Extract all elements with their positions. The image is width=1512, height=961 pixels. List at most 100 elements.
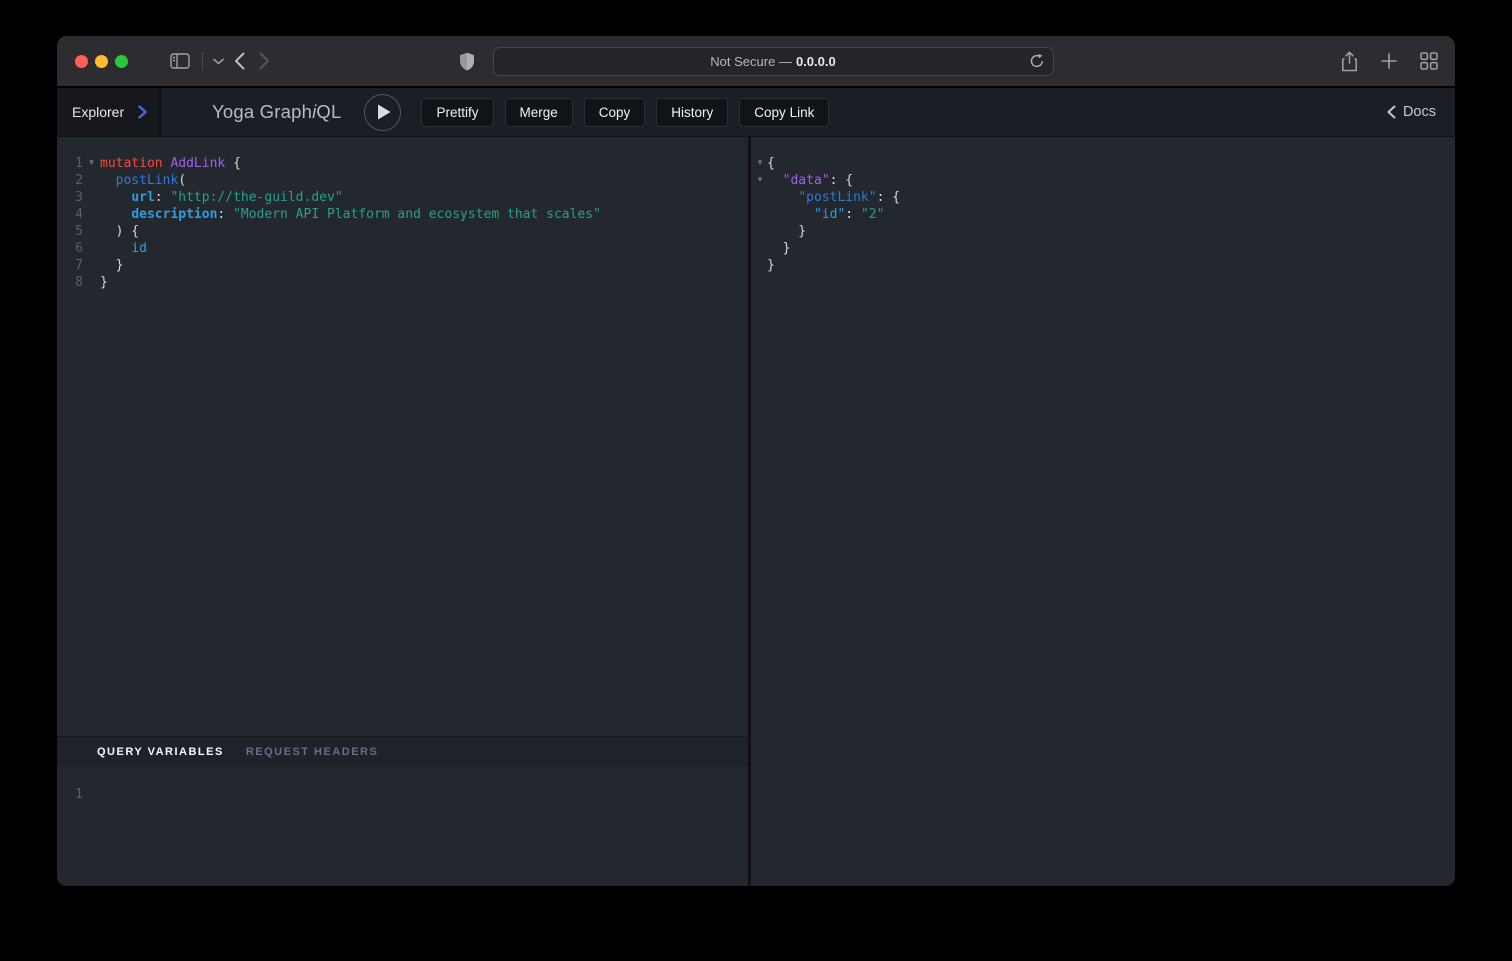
chevron-left-icon: [1387, 105, 1396, 119]
bottom-tabs: QUERY VARIABLES REQUEST HEADERS: [57, 736, 748, 766]
explorer-label: Explorer: [72, 104, 124, 120]
line-number: 8: [57, 274, 83, 291]
copy-button[interactable]: Copy: [584, 98, 646, 127]
code-line: 6 id: [57, 240, 748, 257]
code-text: id: [100, 240, 147, 257]
explorer-toggle[interactable]: Explorer: [57, 88, 161, 136]
response-viewer[interactable]: ▾{▾ "data": { "postLink": { "id": "2" } …: [751, 137, 1455, 886]
chevron-right-icon: [138, 105, 147, 119]
code-line: 2 postLink(: [57, 172, 748, 189]
minimize-button[interactable]: [95, 55, 108, 68]
line-number: 4: [57, 206, 83, 223]
copy-link-button[interactable]: Copy Link: [739, 98, 829, 127]
code-line: ▾ "data": {: [753, 172, 1455, 189]
code-line: ▾{: [753, 155, 1455, 172]
history-button[interactable]: History: [656, 98, 728, 127]
tab-overview-icon[interactable]: [1420, 52, 1438, 70]
code-line: 1: [57, 786, 748, 803]
query-pane: 1▾mutation AddLink {2 postLink(3 url: "h…: [57, 137, 748, 886]
tab-request-headers[interactable]: REQUEST HEADERS: [246, 746, 379, 758]
fold-arrow-icon[interactable]: ▾: [753, 172, 767, 189]
code-line: 8}: [57, 274, 748, 291]
code-text: {: [767, 155, 775, 172]
tab-query-variables[interactable]: QUERY VARIABLES: [97, 746, 224, 758]
code-text: mutation AddLink {: [100, 155, 241, 172]
query-editor[interactable]: 1▾mutation AddLink {2 postLink(3 url: "h…: [57, 137, 748, 736]
code-line: "id": "2": [753, 206, 1455, 223]
traffic-lights: [75, 55, 128, 68]
titlebar-left-controls: [74, 52, 459, 70]
close-button[interactable]: [75, 55, 88, 68]
code-line: 1▾mutation AddLink {: [57, 155, 748, 172]
code-line: "postLink": {: [753, 189, 1455, 206]
code-line: 5 ) {: [57, 223, 748, 240]
share-icon[interactable]: [1341, 51, 1358, 72]
line-number: 6: [57, 240, 83, 257]
code-text: }: [767, 223, 806, 240]
code-line: }: [753, 257, 1455, 274]
url-security-label: Not Secure —: [710, 54, 792, 69]
code-text: }: [100, 257, 123, 274]
code-text: postLink(: [100, 172, 186, 189]
line-number: 7: [57, 257, 83, 274]
sidebar-toggle-icon[interactable]: [170, 53, 190, 69]
fullscreen-button[interactable]: [115, 55, 128, 68]
code-line: }: [753, 223, 1455, 240]
reload-icon[interactable]: [1030, 54, 1044, 69]
fold-spacer: [83, 206, 100, 223]
fold-spacer: [83, 274, 100, 291]
play-icon: [377, 104, 391, 120]
line-number: 1: [57, 155, 83, 172]
fold-spacer: [83, 786, 100, 803]
new-tab-icon[interactable]: [1381, 53, 1397, 69]
fold-spacer: [753, 223, 767, 240]
fold-spacer: [83, 189, 100, 206]
code-line: 3 url: "http://the-guild.dev": [57, 189, 748, 206]
fold-spacer: [83, 223, 100, 240]
fold-spacer: [83, 257, 100, 274]
line-number: 3: [57, 189, 83, 206]
code-line: 7 }: [57, 257, 748, 274]
titlebar-right-controls: [1054, 51, 1439, 72]
code-text: }: [767, 240, 790, 257]
titlebar-divider: [202, 52, 203, 70]
variables-editor[interactable]: 1: [57, 766, 748, 886]
fold-spacer: [753, 257, 767, 274]
fold-spacer: [753, 206, 767, 223]
address-bar[interactable]: Not Secure — 0.0.0.0: [493, 47, 1054, 76]
chevron-down-icon[interactable]: [213, 58, 224, 65]
fold-spacer: [753, 240, 767, 257]
code-line: 4 description: "Modern API Platform and …: [57, 206, 748, 223]
line-number: 5: [57, 223, 83, 240]
app-title: Yoga GraphiQL: [212, 101, 341, 123]
main-content: 1▾mutation AddLink {2 postLink(3 url: "h…: [57, 137, 1455, 886]
fold-spacer: [753, 189, 767, 206]
privacy-shield-icon[interactable]: [459, 52, 475, 71]
graphiql-toolbar: Explorer Yoga GraphiQL Prettify Merge Co…: [57, 88, 1455, 137]
code-line: }: [753, 240, 1455, 257]
line-number: 2: [57, 172, 83, 189]
back-button-icon[interactable]: [234, 52, 245, 70]
browser-titlebar: Not Secure — 0.0.0.0: [57, 36, 1455, 88]
fold-spacer: [83, 240, 100, 257]
fold-arrow-icon[interactable]: ▾: [83, 155, 100, 172]
url-host: 0.0.0.0: [796, 54, 836, 69]
toolbar-buttons: Prettify Merge Copy History Copy Link: [421, 98, 829, 127]
docs-toggle[interactable]: Docs: [1387, 104, 1436, 120]
merge-button[interactable]: Merge: [505, 98, 573, 127]
code-text: "data": {: [767, 172, 853, 189]
fold-arrow-icon[interactable]: ▾: [753, 155, 767, 172]
forward-button-icon[interactable]: [259, 52, 270, 70]
code-text: }: [100, 274, 108, 291]
code-text: }: [767, 257, 775, 274]
docs-label: Docs: [1403, 104, 1436, 120]
code-text: ) {: [100, 223, 139, 240]
line-number: 1: [57, 786, 83, 803]
fold-spacer: [83, 172, 100, 189]
browser-window: Not Secure — 0.0.0.0: [57, 36, 1455, 886]
code-text: "id": "2": [767, 206, 884, 223]
execute-query-button[interactable]: [364, 94, 401, 131]
code-text: "postLink": {: [767, 189, 900, 206]
prettify-button[interactable]: Prettify: [421, 98, 493, 127]
code-text: description: "Modern API Platform and ec…: [100, 206, 601, 223]
